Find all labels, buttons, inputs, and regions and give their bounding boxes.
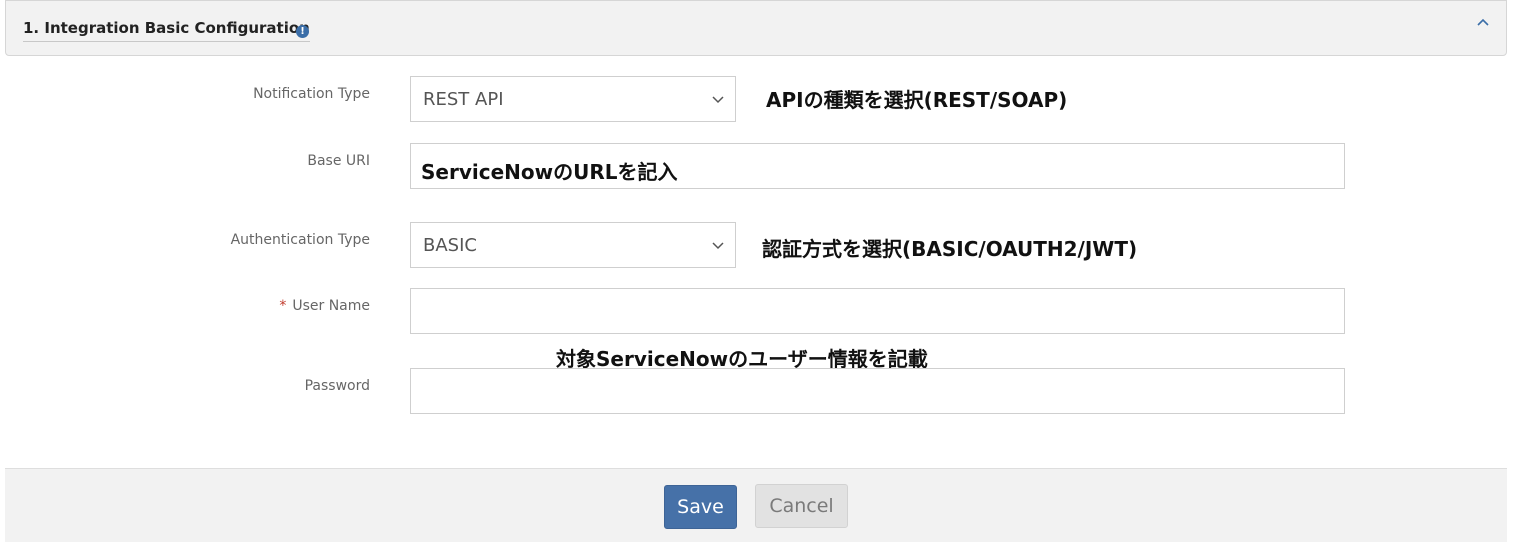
form-footer: Save Cancel <box>5 468 1507 542</box>
password-label: Password <box>304 378 370 394</box>
notification-type-label: Notification Type <box>253 86 370 102</box>
info-icon[interactable]: ! <box>296 25 309 38</box>
save-button[interactable]: Save <box>664 485 737 529</box>
chevron-down-icon <box>712 96 724 104</box>
section-header[interactable]: 1. Integration Basic Configuration ! <box>5 0 1507 56</box>
user-name-input[interactable] <box>410 288 1345 334</box>
user-name-label-text: User Name <box>292 298 370 314</box>
required-mark: * <box>279 298 287 314</box>
base-uri-label: Base URI <box>307 153 370 169</box>
chevron-up-icon[interactable] <box>1476 15 1490 29</box>
auth-method-annotation: 認証方式を選択(BASIC/OAUTH2/JWT) <box>762 237 1138 261</box>
authentication-type-select[interactable]: BASIC <box>410 222 736 268</box>
section-title: 1. Integration Basic Configuration <box>23 19 310 42</box>
authentication-type-value: BASIC <box>423 235 477 256</box>
notification-type-select[interactable]: REST API <box>410 76 736 122</box>
base-uri-input[interactable] <box>410 143 1345 189</box>
notification-type-value: REST API <box>423 89 504 110</box>
authentication-type-label: Authentication Type <box>230 232 370 248</box>
user-name-label: * User Name <box>279 298 370 314</box>
api-type-annotation: APIの種類を選択(REST/SOAP) <box>766 88 1068 112</box>
password-input[interactable] <box>410 368 1345 414</box>
chevron-down-icon <box>712 242 724 250</box>
cancel-button[interactable]: Cancel <box>755 484 848 528</box>
